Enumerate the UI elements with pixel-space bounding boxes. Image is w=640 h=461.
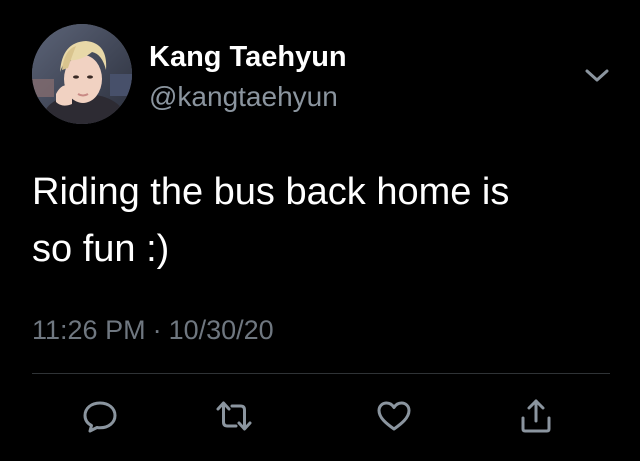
chevron-down-icon: [585, 69, 609, 82]
tweet-text-line: so fun :): [32, 228, 170, 270]
tweet-time: 11:26 PM: [32, 315, 146, 345]
avatar[interactable]: [32, 24, 132, 124]
tweet-date: 10/30/20: [168, 315, 274, 345]
like-button[interactable]: [374, 396, 414, 436]
author-handle[interactable]: @kangtaehyun: [149, 80, 338, 114]
tweet-text: Riding the bus back home is so fun :): [32, 164, 592, 278]
retweet-arrows-icon: [216, 401, 252, 431]
reply-button[interactable]: [80, 396, 120, 436]
timestamp-separator: ·: [152, 315, 162, 345]
author-display-name[interactable]: Kang Taehyun: [149, 40, 347, 74]
tweet-timestamp[interactable]: 11:26 PM · 10/30/20: [32, 313, 274, 347]
tweet-text-line: Riding the bus back home is: [32, 171, 510, 213]
speech-bubble-icon: [83, 401, 117, 433]
retweet-button[interactable]: [214, 396, 254, 436]
tweet-card: Kang Taehyun @kangtaehyun Riding the bus…: [0, 0, 640, 461]
tweet-menu-button[interactable]: [582, 64, 612, 88]
share-button[interactable]: [516, 396, 556, 436]
profile-photo-icon: [32, 24, 132, 124]
heart-icon: [377, 401, 411, 431]
share-upload-icon: [521, 399, 551, 433]
divider: [32, 373, 610, 374]
